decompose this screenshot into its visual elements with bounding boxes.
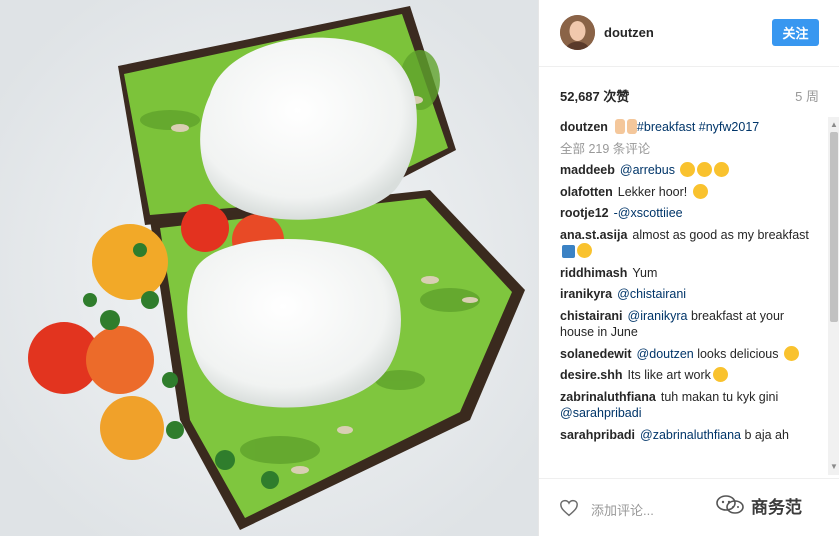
comment-username[interactable]: chistairani [560, 309, 623, 323]
watermark-text: 商务范 [751, 497, 802, 517]
wechat-icon [716, 495, 744, 514]
comment-item: desire.shh Its like art work [560, 367, 820, 384]
comment-username[interactable]: zabrinaluthfiana [560, 390, 656, 404]
comment-username[interactable]: desire.shh [560, 368, 623, 382]
tongue-emoji-icon [577, 243, 592, 258]
comment-username[interactable]: sarahpribadi [560, 428, 635, 442]
comment-text: b aja ah [744, 427, 789, 442]
comment-mention[interactable]: @arrebus [620, 163, 675, 177]
comment-item: iranikyra @chistairani [560, 286, 820, 303]
comment-username[interactable]: olafotten [560, 185, 613, 199]
comment-item: sarahpribadi @zabrinaluthfiana b aja ah [560, 427, 820, 444]
yum-emoji-icon [692, 183, 708, 199]
hashtag-nyfw2017[interactable]: #nyfw2017 [699, 120, 759, 134]
comments-scrollbar-thumb[interactable] [830, 132, 838, 322]
comment-mention[interactable]: @sarahpribadi [560, 406, 641, 420]
comment-text: Yum [632, 265, 658, 280]
instagram-post-view: doutzen 关注 52,687 次赞 5 周 doutzen #breakfa… [0, 0, 839, 536]
smile-emoji-icon [712, 367, 728, 382]
post-meta: 52,687 次赞 5 周 [560, 86, 819, 104]
avatar[interactable] [560, 15, 595, 50]
comment-username[interactable]: solanedewit [560, 347, 632, 361]
comment-item: zabrinaluthfiana tuh makan tu kyk gini @s… [560, 389, 820, 422]
comment-item: maddeeb @arrebus [560, 162, 820, 179]
follow-button[interactable]: 关注 [772, 19, 819, 46]
caption: doutzen #breakfast #nyfw2017 [560, 119, 820, 136]
raised-hand-icon [626, 119, 637, 134]
comment-item: rootje12 -@xscottiiee [560, 205, 820, 222]
comment-text: Its like art work [627, 368, 711, 382]
victory-hand-icon [614, 119, 625, 134]
hashtag-breakfast[interactable]: #breakfast [637, 120, 695, 134]
heart-eyes-emoji-icon [680, 162, 696, 177]
comment-text: Lekker hoor! [617, 184, 688, 199]
view-all-comments-link[interactable]: 全部 219 条评论 [560, 141, 820, 158]
wechat-watermark: 商务范 [715, 491, 802, 519]
scream-emoji-icon [697, 162, 713, 177]
post-footer: 添加评论... 商务范 [539, 478, 839, 537]
avatar-image [560, 15, 595, 50]
flag-emoji-icon [562, 245, 575, 258]
comment-mention[interactable]: @doutzen [637, 347, 694, 361]
smile-emoji-icon [783, 345, 799, 361]
comment-item: chistairani @iranikyra breakfast at your … [560, 308, 820, 341]
post-time[interactable]: 5 周 [795, 86, 819, 105]
comment-list: doutzen #breakfast #nyfw2017 全部 219 条评论 m… [560, 119, 820, 476]
heart-eyes-emoji-icon [714, 162, 730, 177]
comment-item: solanedewit @doutzen looks delicious [560, 345, 820, 363]
comment-mention[interactable]: @chistairani [617, 287, 686, 301]
comment-text: tuh makan tu kyk gini [660, 389, 779, 404]
comment-mention[interactable]: @zabrinaluthfiana [640, 428, 741, 442]
heart-outline-icon[interactable] [559, 499, 579, 517]
comment-item: ana.st.asija almost as good as my breakfa… [560, 227, 820, 260]
post-header: doutzen 关注 [539, 0, 839, 67]
post-photo[interactable] [0, 0, 538, 536]
like-count[interactable]: 52,687 次赞 [560, 86, 629, 105]
comment-mention[interactable]: @iranikyra [628, 309, 688, 323]
add-comment-input[interactable]: 添加评论... [591, 500, 654, 519]
comment-username[interactable]: ana.st.asija [560, 228, 627, 242]
post-details-panel: doutzen 关注 52,687 次赞 5 周 doutzen #breakfa… [538, 0, 839, 536]
comment-text[interactable]: -@xscottiiee [614, 206, 683, 220]
comment-text: almost as good as my breakfast [632, 227, 809, 242]
comment-text: looks delicious [697, 346, 779, 361]
post-author-username[interactable]: doutzen [604, 25, 654, 40]
scroll-down-arrow-icon[interactable]: ▼ [830, 463, 838, 471]
caption-username[interactable]: doutzen [560, 120, 608, 134]
comment-username[interactable]: rootje12 [560, 206, 609, 220]
comment-item: olafotten Lekker hoor! [560, 183, 820, 201]
comment-username[interactable]: maddeeb [560, 163, 615, 177]
comment-item: riddhimash Yum [560, 265, 820, 282]
comment-username[interactable]: iranikyra [560, 287, 612, 301]
scroll-up-arrow-icon[interactable]: ▲ [830, 121, 838, 129]
comment-username[interactable]: riddhimash [560, 266, 627, 280]
food-photo-illustration [0, 0, 538, 536]
